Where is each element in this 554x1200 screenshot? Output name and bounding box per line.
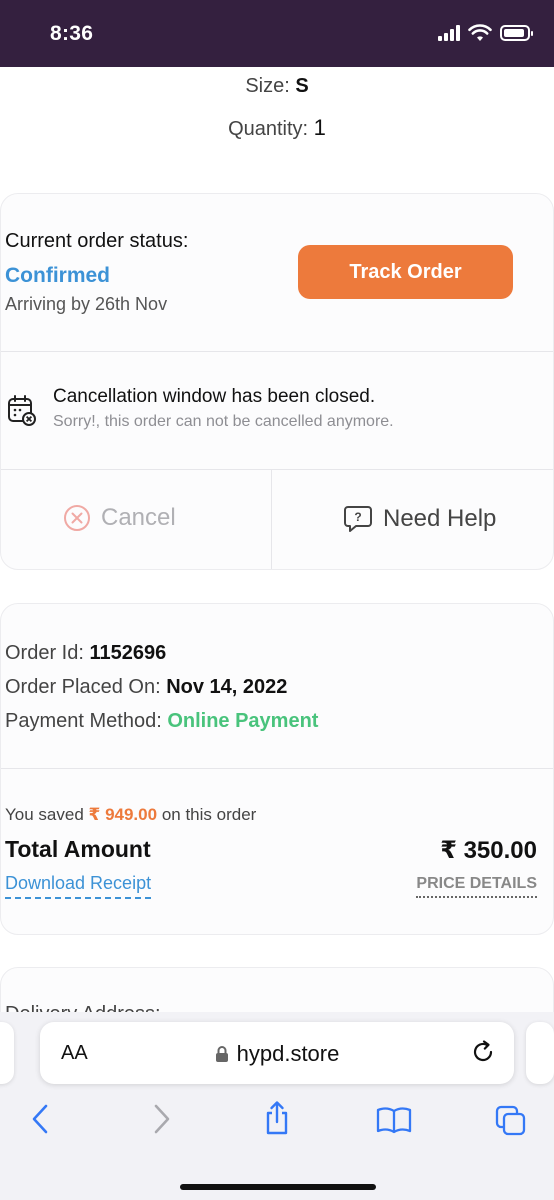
- total-amount-label: Total Amount: [5, 836, 151, 862]
- track-order-button[interactable]: Track Order: [298, 245, 513, 299]
- cellular-signal-icon: [438, 25, 460, 41]
- next-tab-pill[interactable]: [526, 1022, 554, 1084]
- tabs-icon[interactable]: [494, 1104, 528, 1138]
- download-receipt-link[interactable]: Download Receipt: [5, 873, 152, 899]
- current-status-label: Current order status:: [5, 230, 189, 252]
- browser-chrome: AA hypd.store: [0, 1012, 554, 1200]
- status-time: 8:36: [50, 22, 94, 45]
- back-icon[interactable]: [28, 1102, 54, 1136]
- order-id-value: 1152696: [89, 642, 167, 664]
- order-placed-label: Order Placed On:: [5, 676, 161, 698]
- saved-prefix: You saved: [5, 805, 84, 824]
- order-id-row: Order Id: 1152696: [5, 642, 166, 665]
- divider: [271, 470, 272, 569]
- order-info-card: Order Id: 1152696 Order Placed On: Nov 1…: [0, 603, 554, 935]
- savings-line: You saved ₹ 949.00 on this order: [5, 805, 256, 825]
- status-icons: [438, 24, 533, 42]
- reload-icon[interactable]: [470, 1039, 496, 1065]
- size-line: Size: S: [0, 75, 554, 98]
- order-status-card: Current order status: Confirmed Arriving…: [0, 193, 554, 570]
- bookmarks-icon[interactable]: [376, 1106, 412, 1134]
- share-icon[interactable]: [262, 1100, 292, 1136]
- cancel-label: Cancel: [101, 504, 176, 531]
- home-indicator: [180, 1184, 376, 1190]
- address-bar[interactable]: AA hypd.store: [40, 1022, 514, 1084]
- status-bar: 8:36: [0, 0, 554, 67]
- saved-suffix: on this order: [161, 805, 257, 824]
- order-placed-row: Order Placed On: Nov 14, 2022: [5, 676, 287, 699]
- need-help-button[interactable]: ? Need Help: [343, 504, 496, 534]
- url-display: hypd.store: [40, 1041, 514, 1067]
- saved-amount: ₹ 949.00: [88, 805, 158, 824]
- size-label: Size:: [245, 75, 290, 97]
- order-placed-value: Nov 14, 2022: [166, 676, 288, 698]
- need-help-label: Need Help: [383, 505, 497, 532]
- cancel-circle-icon: [64, 505, 90, 531]
- wifi-icon: [468, 24, 492, 41]
- arriving-date: Arriving by 26th Nov: [5, 294, 168, 314]
- help-chat-icon: ?: [344, 506, 372, 532]
- cancel-button[interactable]: Cancel: [63, 504, 176, 532]
- lock-icon: [215, 1046, 228, 1062]
- previous-tab-pill[interactable]: [0, 1022, 14, 1084]
- battery-icon: [500, 25, 533, 41]
- price-details-link[interactable]: PRICE DETAILS: [416, 875, 537, 898]
- quantity-value: 1: [313, 115, 326, 140]
- divider: [1, 351, 553, 352]
- payment-method-label: Payment Method:: [5, 710, 162, 732]
- svg-text:?: ?: [354, 510, 361, 524]
- cancellation-subtitle: Sorry!, this order can not be cancelled …: [53, 413, 394, 430]
- divider: [1, 469, 553, 470]
- quantity-label: Quantity:: [228, 118, 309, 140]
- total-amount-value: ₹ 350.00: [440, 837, 537, 864]
- order-id-label: Order Id:: [5, 642, 84, 664]
- forward-icon[interactable]: [148, 1102, 174, 1136]
- cancellation-title: Cancellation window has been closed.: [53, 386, 376, 407]
- payment-method-row: Payment Method: Online Payment: [5, 710, 318, 733]
- size-value: S: [295, 75, 309, 97]
- payment-method-value: Online Payment: [167, 710, 319, 732]
- calendar-cancel-icon: [8, 395, 36, 426]
- order-details-page: Size: S Quantity: 1 Current order status…: [0, 67, 554, 1017]
- quantity-line: Quantity: 1: [0, 115, 554, 141]
- divider: [1, 768, 553, 769]
- delivery-address-card: Delivery Address:: [0, 967, 554, 1017]
- order-status-value: Confirmed: [5, 264, 110, 287]
- url-text: hypd.store: [236, 1041, 340, 1066]
